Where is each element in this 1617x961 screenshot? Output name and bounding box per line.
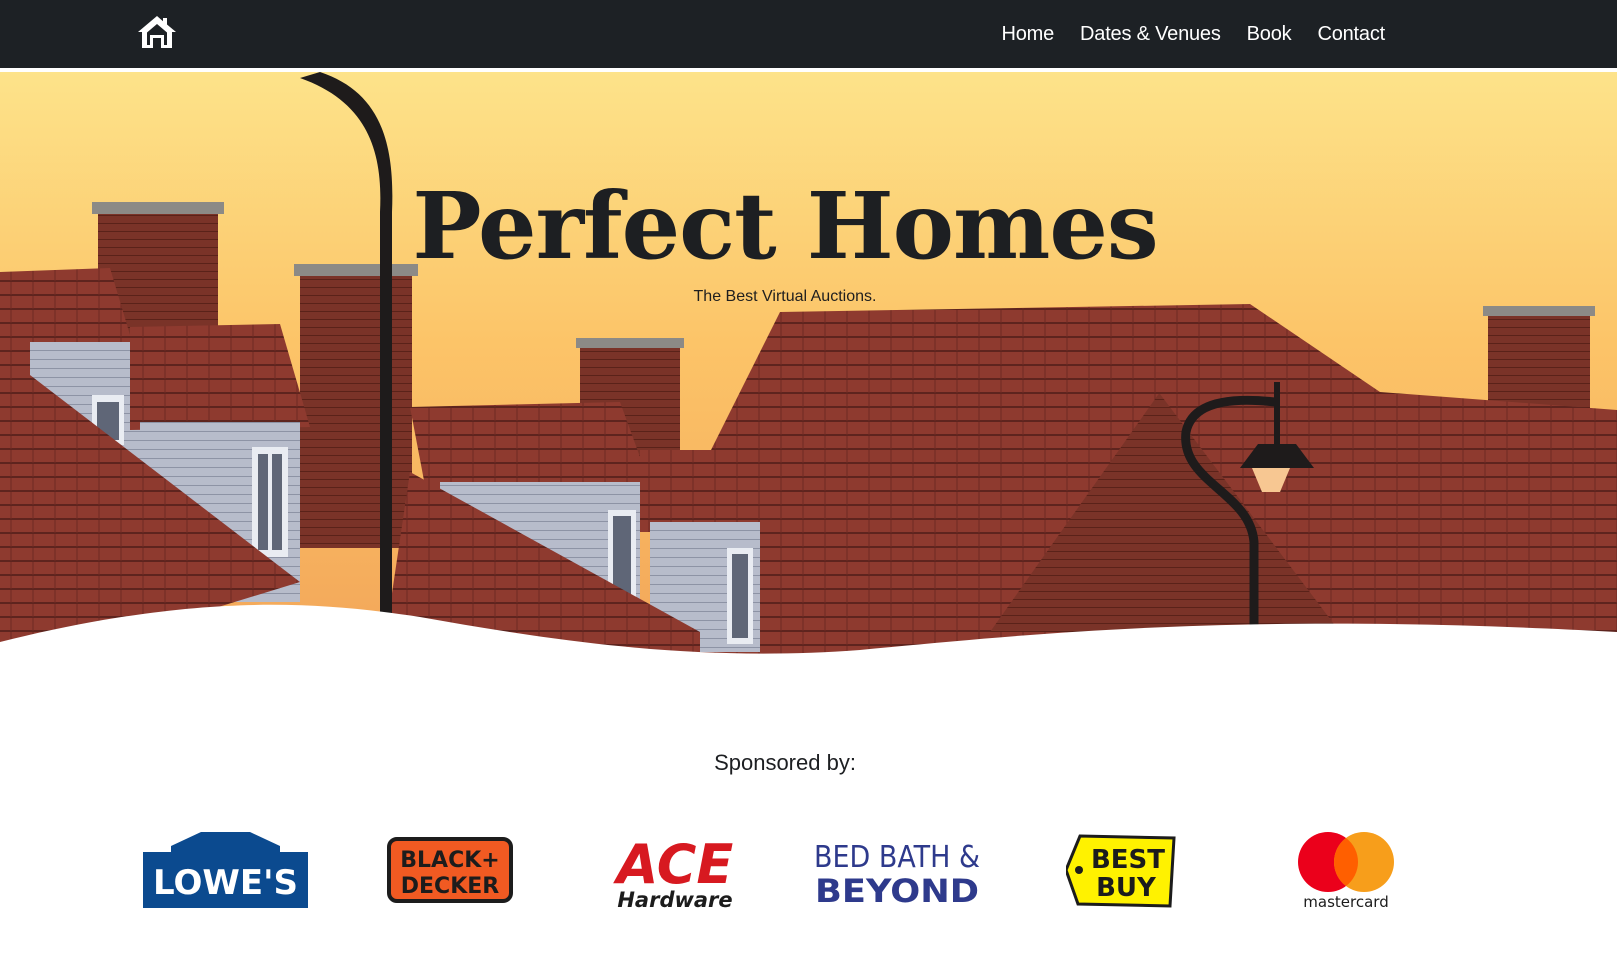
lowes-logo-text: LOWE'S (153, 863, 298, 903)
nav-links: Home Dates & Venues Book Contact (1001, 0, 1385, 68)
hero-section: Perfect Homes The Best Virtual Auctions. (0, 72, 1617, 674)
ace-hardware-logo[interactable]: ACE Hardware (612, 833, 738, 909)
ace-logo-line1: ACE (613, 833, 734, 896)
hero-subtitle: The Best Virtual Auctions. (693, 288, 877, 305)
lowes-logo[interactable]: LOWE'S (143, 832, 308, 908)
nav-link-dates-venues[interactable]: Dates & Venues (1080, 23, 1221, 46)
bbb-logo-line1: BED BATH & (814, 840, 980, 875)
black-decker-line1: BLACK+ (400, 848, 499, 873)
best-buy-line1: BEST (1091, 845, 1165, 875)
black-decker-line2: DECKER (401, 874, 500, 899)
sponsors-heading: Sponsored by: (714, 750, 856, 775)
nav-link-home[interactable]: Home (1001, 23, 1054, 46)
best-buy-logo[interactable]: BEST BUY (1066, 832, 1176, 910)
nav-link-contact[interactable]: Contact (1317, 23, 1385, 46)
mastercard-logo-text: mastercard (1303, 893, 1388, 910)
bbb-logo-line2: BEYOND (815, 872, 979, 906)
bed-bath-beyond-logo[interactable]: BED BATH & BEYOND (812, 838, 982, 906)
home-icon[interactable] (136, 14, 178, 50)
navbar: Home Dates & Venues Book Contact (0, 0, 1617, 68)
hero-title: Perfect Homes (412, 172, 1158, 280)
mastercard-logo[interactable]: mastercard (1294, 832, 1398, 910)
black-decker-logo[interactable]: BLACK+ DECKER (387, 837, 513, 903)
ace-logo-line2: Hardware (617, 888, 732, 909)
hero-background-image (0, 72, 1617, 674)
nav-link-book[interactable]: Book (1247, 23, 1292, 46)
best-buy-line2: BUY (1096, 873, 1157, 903)
